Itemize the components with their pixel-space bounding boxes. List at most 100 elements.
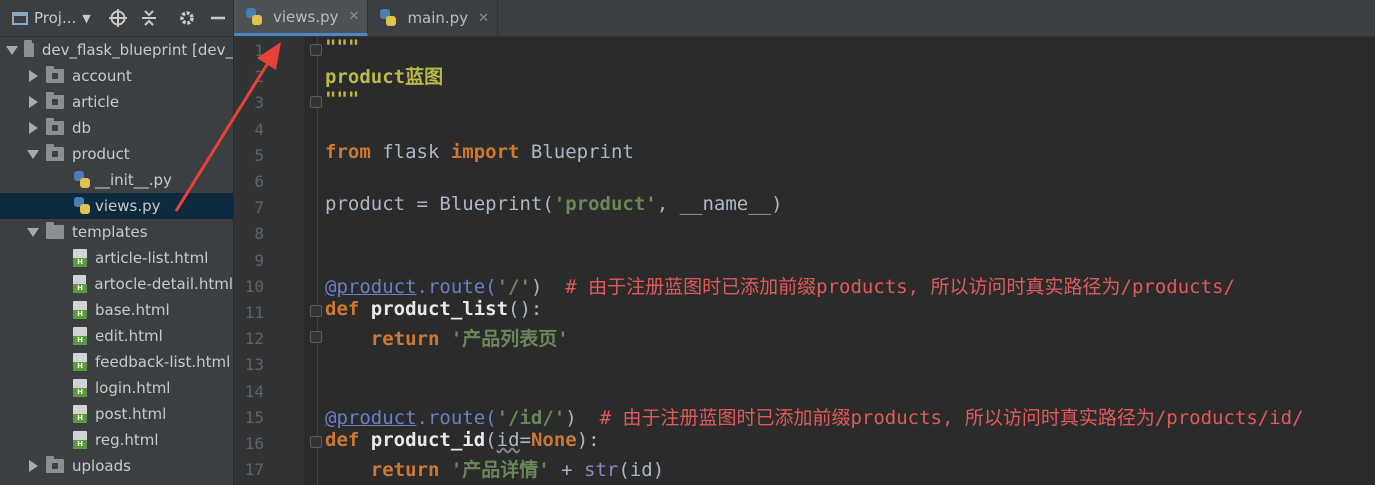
minimize-icon[interactable] bbox=[202, 0, 233, 36]
target-icon[interactable] bbox=[103, 0, 134, 36]
tree-item-db[interactable]: db bbox=[0, 115, 233, 141]
folder-icon bbox=[46, 66, 64, 83]
tree-item-templates[interactable]: templates bbox=[0, 219, 233, 245]
line-number: 7 bbox=[254, 198, 264, 217]
tree-item-article-list-html[interactable]: H article-list.html bbox=[0, 245, 233, 271]
tab-main-py[interactable]: main.py ✕ bbox=[368, 0, 498, 36]
project-panel: Proj... ▼ dev_flask_blueprint [dev_ acco… bbox=[0, 0, 234, 485]
editor-tab-bar: views.py ✕ main.py ✕ bbox=[234, 0, 1375, 37]
fold-marker-icon[interactable] bbox=[310, 331, 322, 343]
tree-item-account[interactable]: account bbox=[0, 63, 233, 89]
chevron-down-icon: ▼ bbox=[82, 11, 91, 25]
tree-item-label: reg.html bbox=[95, 431, 159, 449]
folder-icon bbox=[46, 222, 64, 239]
code-line-17: return '产品详情' + str(id) bbox=[325, 459, 665, 481]
tree-item-label: article-list.html bbox=[95, 249, 209, 267]
code-line-10: @product.route('/') # 由于注册蓝图时已添加前缀produc… bbox=[325, 276, 1235, 298]
tree-item-label: db bbox=[72, 119, 92, 137]
code-line-11: def product_list(): bbox=[325, 298, 543, 320]
line-number: 16 bbox=[244, 434, 264, 453]
collapsed-arrow-icon bbox=[28, 70, 38, 82]
code-line-3: """ bbox=[325, 88, 360, 110]
code-line-7: product = Blueprint('product', __name__) bbox=[325, 193, 783, 215]
tree-item-label: base.html bbox=[95, 301, 170, 319]
close-icon[interactable]: ✕ bbox=[349, 9, 360, 24]
tree-item-label: __init__.py bbox=[95, 171, 172, 189]
fold-marker-icon[interactable] bbox=[310, 436, 322, 448]
tree-item-label: product bbox=[72, 145, 130, 163]
tree-item-root[interactable]: dev_flask_blueprint [dev_ bbox=[0, 37, 233, 63]
line-number: 8 bbox=[254, 224, 264, 243]
expanded-arrow-icon bbox=[27, 149, 39, 159]
line-number: 17 bbox=[244, 460, 264, 479]
line-number: 3 bbox=[254, 93, 264, 112]
code-line-5: from flask import Blueprint bbox=[325, 141, 634, 163]
line-number: 10 bbox=[244, 277, 264, 296]
gear-icon[interactable] bbox=[172, 0, 203, 36]
project-window-icon bbox=[12, 11, 28, 25]
expanded-arrow-icon bbox=[6, 45, 18, 55]
line-number: 12 bbox=[244, 329, 264, 348]
python-file-icon bbox=[246, 7, 262, 26]
tree-item-label: views.py bbox=[95, 197, 161, 215]
fold-marker-icon[interactable] bbox=[310, 96, 322, 108]
tree-item-init-py[interactable]: __init__.py bbox=[0, 167, 233, 193]
code-editor: views.py ✕ main.py ✕ 1 2 3 4 5 6 7 8 9 1… bbox=[234, 0, 1375, 485]
tree-item-product[interactable]: product bbox=[0, 141, 233, 167]
tree-item-feedback-list-html[interactable]: H feedback-list.html bbox=[0, 349, 233, 375]
tree-item-label: uploads bbox=[72, 457, 131, 475]
python-file-icon bbox=[74, 197, 90, 215]
tree-item-login-html[interactable]: H login.html bbox=[0, 375, 233, 401]
html-file-icon: H bbox=[73, 275, 87, 293]
html-file-icon: H bbox=[73, 379, 87, 397]
line-number: 2 bbox=[254, 67, 264, 86]
code-line-1: """ bbox=[325, 36, 360, 58]
folder-icon bbox=[46, 118, 64, 135]
tree-item-edit-html[interactable]: H edit.html bbox=[0, 323, 233, 349]
tree-item-label: article bbox=[72, 93, 120, 111]
html-file-icon: H bbox=[73, 249, 87, 267]
html-file-icon: H bbox=[73, 327, 87, 345]
line-number-gutter: 1 2 3 4 5 6 7 8 9 10 11 12 13 14 15 16 1… bbox=[234, 36, 304, 485]
tree-item-label: post.html bbox=[95, 405, 167, 423]
line-number: 13 bbox=[244, 355, 264, 374]
line-number: 5 bbox=[254, 146, 264, 165]
collapsed-arrow-icon bbox=[28, 96, 38, 108]
collapsed-arrow-icon bbox=[28, 122, 38, 134]
code-line-12: return '产品列表页' bbox=[325, 328, 569, 350]
project-view-label: Proj... bbox=[34, 9, 77, 27]
fold-marker-icon[interactable] bbox=[310, 44, 322, 56]
line-number: 6 bbox=[254, 172, 264, 191]
tree-item-post-html[interactable]: H post.html bbox=[0, 401, 233, 427]
line-number: 14 bbox=[244, 382, 264, 401]
html-file-icon: H bbox=[73, 405, 87, 423]
tree-item-views-py[interactable]: views.py bbox=[0, 193, 233, 219]
tree-item-reg-html[interactable]: H reg.html bbox=[0, 427, 233, 453]
tab-views-py[interactable]: views.py ✕ bbox=[234, 0, 369, 36]
tree-item-label: templates bbox=[72, 223, 148, 241]
folder-icon bbox=[46, 144, 64, 161]
project-view-selector[interactable]: Proj... ▼ bbox=[12, 9, 91, 27]
code-line-15: @product.route('/id/') # 由于注册蓝图时已添加前缀pro… bbox=[325, 407, 1304, 429]
line-number: 15 bbox=[244, 408, 264, 427]
tree-item-article[interactable]: article bbox=[0, 89, 233, 115]
tree-item-label: account bbox=[72, 67, 132, 85]
project-toolbar: Proj... ▼ bbox=[0, 0, 233, 37]
close-icon[interactable]: ✕ bbox=[478, 11, 489, 26]
tree-item-uploads[interactable]: uploads bbox=[0, 453, 233, 479]
tree-item-label: feedback-list.html bbox=[95, 353, 231, 371]
tree-item-artocle-detail-html[interactable]: H artocle-detail.html bbox=[0, 271, 233, 297]
line-number: 11 bbox=[244, 303, 264, 322]
tree-item-label: edit.html bbox=[95, 327, 163, 345]
tree-item-label: dev_flask_blueprint [dev_ bbox=[41, 41, 233, 59]
folder-icon bbox=[24, 40, 34, 57]
tab-label: main.py bbox=[407, 9, 469, 27]
tree-item-label: artocle-detail.html bbox=[94, 275, 233, 293]
line-number: 9 bbox=[254, 251, 264, 270]
line-number: 4 bbox=[254, 120, 264, 139]
collapse-icon[interactable] bbox=[133, 0, 164, 36]
html-file-icon: H bbox=[73, 431, 87, 449]
tree-item-base-html[interactable]: H base.html bbox=[0, 297, 233, 323]
fold-marker-icon[interactable] bbox=[310, 305, 322, 317]
folder-icon bbox=[46, 456, 64, 473]
